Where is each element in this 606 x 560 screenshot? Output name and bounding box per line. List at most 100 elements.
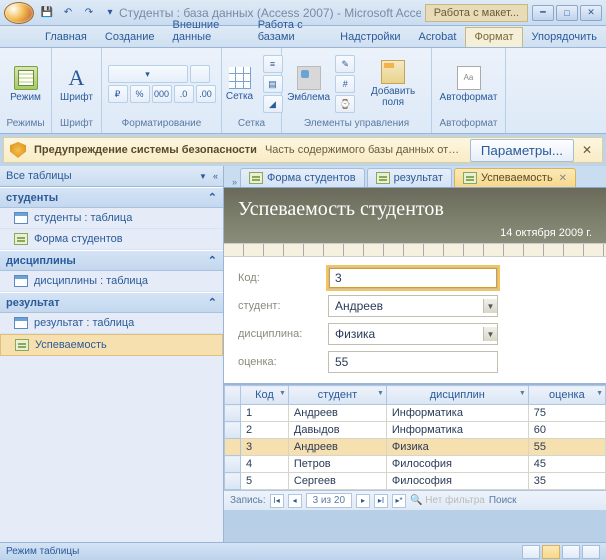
datetime-button[interactable]: ⌚: [335, 95, 355, 113]
maximize-button[interactable]: □: [556, 5, 578, 21]
tab-database-tools[interactable]: Работа с базами: [249, 15, 331, 47]
nav-item-disciplines-table[interactable]: дисциплины : таблица: [0, 271, 223, 292]
line-style-button[interactable]: ▤: [263, 75, 283, 93]
currency-button[interactable]: ₽: [108, 85, 128, 103]
logo-button[interactable]: Эмблема: [286, 64, 331, 105]
security-options-button[interactable]: Параметры...: [470, 139, 574, 162]
chevron-down-icon[interactable]: ▼: [377, 390, 384, 397]
chevron-down-icon[interactable]: ▼: [279, 390, 286, 397]
group-label-formatting: Форматирование: [106, 118, 217, 131]
table-row[interactable]: 1АндреевИнформатика75: [225, 405, 606, 422]
add-field-button[interactable]: Добавить поля: [359, 58, 427, 110]
field-grade[interactable]: 55: [328, 351, 498, 373]
search-box-label[interactable]: Поиск: [489, 495, 517, 506]
close-tab-icon[interactable]: ✕: [559, 173, 567, 184]
ruler[interactable]: [224, 243, 606, 257]
design-view-button[interactable]: [582, 545, 600, 559]
chevron-down-icon[interactable]: ▼: [519, 390, 526, 397]
table-icon: [14, 317, 28, 329]
document-area: » Форма студентов результат Успеваемость…: [224, 166, 606, 542]
select-all-cell[interactable]: [225, 386, 241, 405]
label-grade: оценка:: [238, 356, 318, 368]
tab-arrange[interactable]: Упорядочить: [523, 27, 606, 47]
chevron-down-icon[interactable]: ▼: [483, 299, 497, 313]
tab-format[interactable]: Формат: [465, 27, 522, 47]
record-position[interactable]: 3 из 20: [306, 493, 352, 508]
office-button[interactable]: [4, 2, 34, 24]
field-student[interactable]: Андреев▼: [328, 295, 498, 317]
thousands-button[interactable]: 000: [152, 85, 172, 103]
nav-item-label: студенты : таблица: [34, 212, 132, 224]
field-discipline[interactable]: Физика▼: [328, 323, 498, 345]
prev-record-button[interactable]: ◂: [288, 494, 302, 508]
datasheet-view-button[interactable]: [542, 545, 560, 559]
table-row[interactable]: 2ДавыдовИнформатика60: [225, 422, 606, 439]
new-record-button[interactable]: ▸*: [392, 494, 406, 508]
percent-button[interactable]: %: [130, 85, 150, 103]
line-color-button[interactable]: ◢: [263, 95, 283, 113]
record-navigator: Запись: I◂ ◂ 3 из 20 ▸ ▸I ▸* 🔍 Нет фильт…: [224, 490, 606, 510]
navigation-pane: Все таблицы ▼ « студенты ⌃ студенты : та…: [0, 166, 224, 542]
doc-tab-label: Форма студентов: [267, 172, 356, 184]
doc-tab-students-form[interactable]: Форма студентов: [240, 168, 365, 187]
row-selector[interactable]: [225, 405, 241, 422]
line-width-button[interactable]: ≡: [263, 55, 283, 73]
row-selector[interactable]: [225, 422, 241, 439]
chevron-down-icon[interactable]: ▼: [483, 327, 497, 341]
nav-dropdown-icon[interactable]: ▼: [199, 172, 207, 181]
last-record-button[interactable]: ▸I: [374, 494, 388, 508]
nav-item-grades-form[interactable]: Успеваемость: [0, 334, 223, 356]
save-icon[interactable]: 💾: [38, 4, 56, 22]
format-btn-a[interactable]: [190, 65, 210, 83]
redo-icon[interactable]: ↷: [80, 4, 98, 22]
row-selector[interactable]: [225, 456, 241, 473]
tab-home[interactable]: Главная: [36, 27, 96, 47]
nav-expand-icon[interactable]: »: [228, 177, 240, 187]
nav-group-disciplines[interactable]: дисциплины ⌃: [0, 250, 223, 271]
nav-item-students-form[interactable]: Форма студентов: [0, 229, 223, 250]
col-header-id[interactable]: Код▼: [241, 386, 289, 405]
doc-tab-result[interactable]: результат: [367, 168, 452, 187]
decrease-decimal-button[interactable]: .00: [196, 85, 216, 103]
autoformat-button[interactable]: Aa Автоформат: [436, 64, 501, 105]
qat-dropdown-icon[interactable]: ▾: [101, 4, 119, 22]
tab-external-data[interactable]: Внешние данные: [164, 15, 249, 47]
row-selector[interactable]: [225, 473, 241, 490]
table-row[interactable]: 4ПетровФилософия45: [225, 456, 606, 473]
table-icon: [14, 212, 28, 224]
nav-item-students-table[interactable]: студенты : таблица: [0, 208, 223, 229]
tab-addins[interactable]: Надстройки: [331, 27, 409, 47]
number-format-selector[interactable]: ▾: [108, 65, 188, 83]
first-record-button[interactable]: I◂: [270, 494, 284, 508]
nav-item-label: Успеваемость: [35, 339, 107, 351]
col-header-grade[interactable]: оценка▼: [528, 386, 605, 405]
nav-header[interactable]: Все таблицы ▼ «: [0, 166, 223, 187]
form-view-button[interactable]: [522, 545, 540, 559]
doc-tab-grades[interactable]: Успеваемость ✕: [454, 168, 576, 187]
col-header-student[interactable]: студент▼: [288, 386, 386, 405]
security-close-button[interactable]: ✕: [582, 143, 596, 157]
font-button[interactable]: A Шрифт: [56, 64, 97, 105]
nav-collapse-icon[interactable]: «: [213, 171, 217, 181]
view-button[interactable]: Режим: [6, 64, 45, 105]
nav-group-students[interactable]: студенты ⌃: [0, 187, 223, 208]
tab-acrobat[interactable]: Acrobat: [410, 27, 466, 47]
table-row[interactable]: 5СергеевФилософия35: [225, 473, 606, 490]
col-header-discipline[interactable]: дисциплин▼: [386, 386, 528, 405]
minimize-button[interactable]: ━: [532, 5, 554, 21]
increase-decimal-button[interactable]: .0: [174, 85, 194, 103]
undo-icon[interactable]: ↶: [59, 4, 77, 22]
table-row[interactable]: 3АндреевФизика55: [225, 439, 606, 456]
layout-view-button[interactable]: [562, 545, 580, 559]
page-num-button[interactable]: #: [335, 75, 355, 93]
nav-item-result-table[interactable]: результат : таблица: [0, 313, 223, 334]
chevron-down-icon[interactable]: ▼: [596, 390, 603, 397]
field-id[interactable]: 3: [328, 267, 498, 289]
nav-group-result[interactable]: результат ⌃: [0, 292, 223, 313]
tab-create[interactable]: Создание: [96, 27, 164, 47]
close-button[interactable]: ✕: [580, 5, 602, 21]
title-button[interactable]: ✎: [335, 55, 355, 73]
row-selector[interactable]: [225, 439, 241, 456]
gridlines-button[interactable]: Сетка: [221, 65, 259, 104]
next-record-button[interactable]: ▸: [356, 494, 370, 508]
